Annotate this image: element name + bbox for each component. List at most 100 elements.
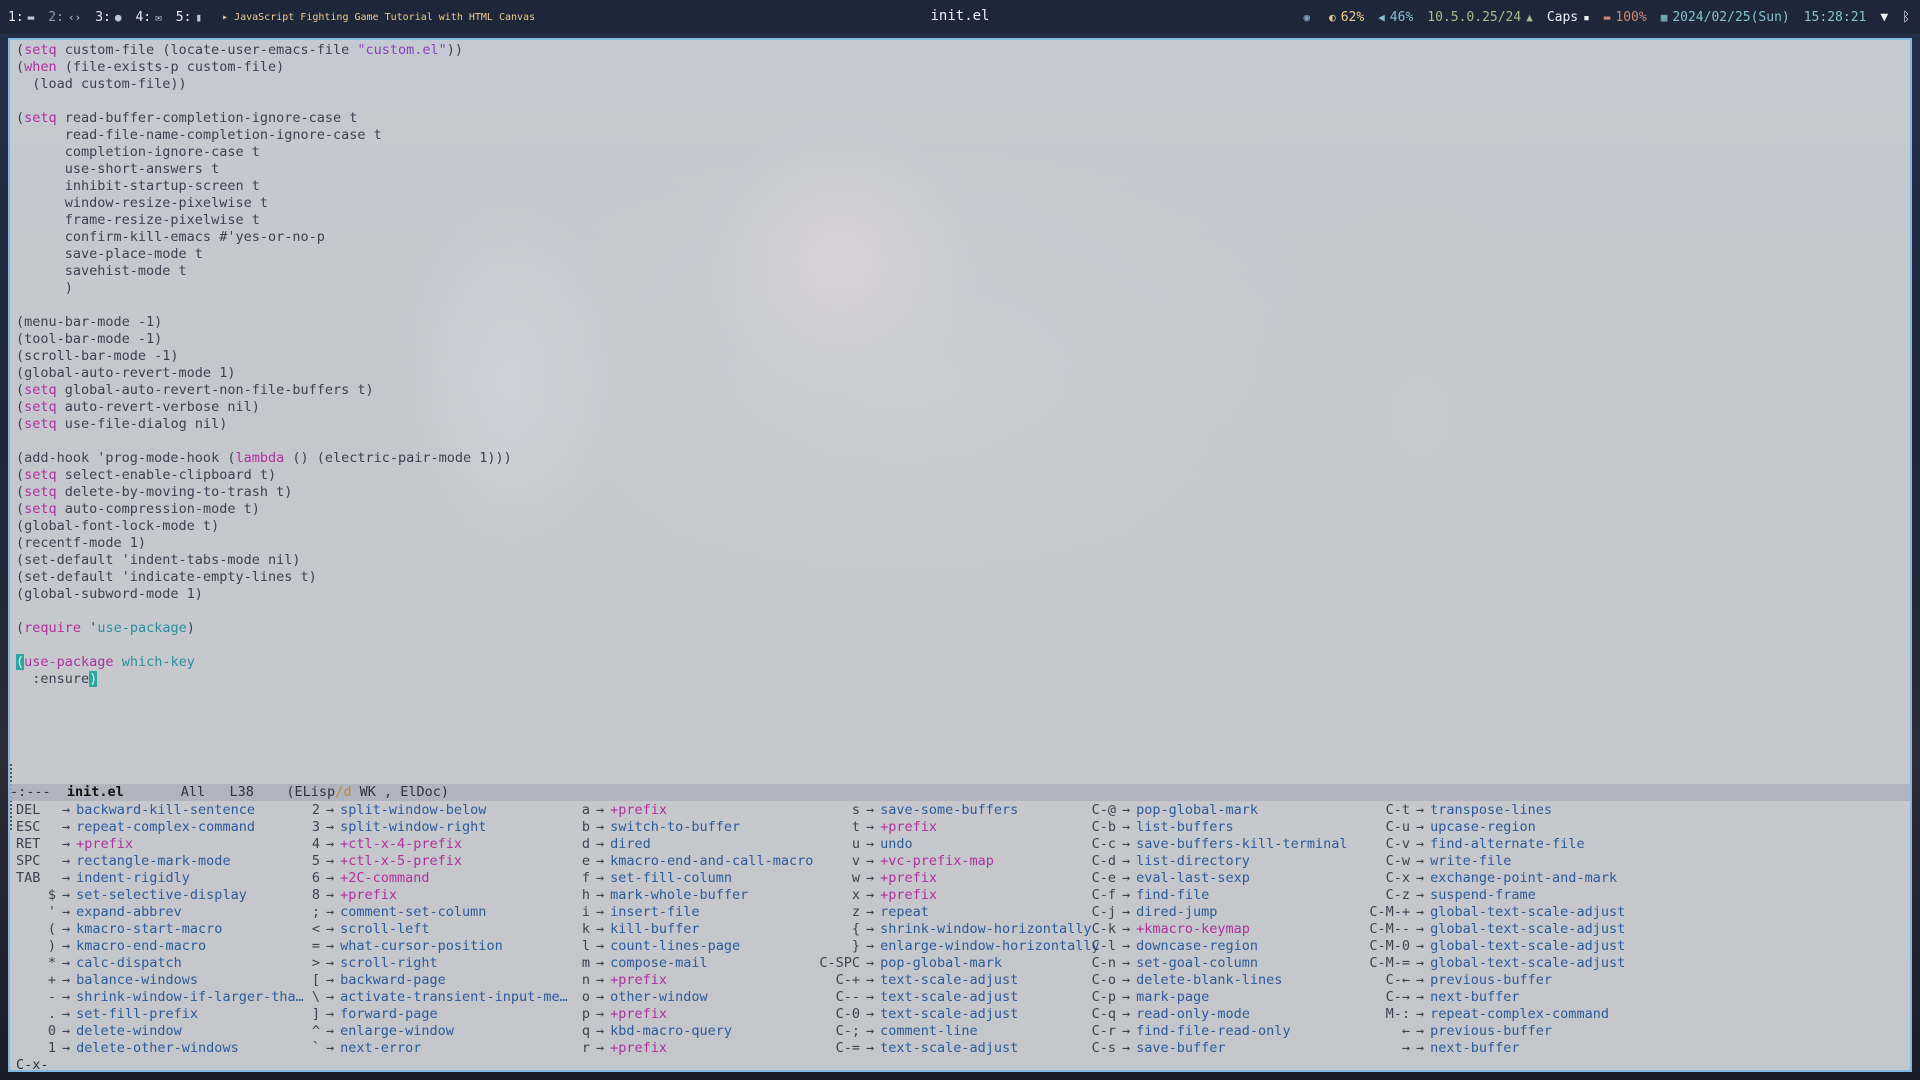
which-key-binding[interactable]: C-b → list-buffers <box>1076 819 1347 836</box>
code-line[interactable]: (global-auto-revert-mode 1) <box>16 365 1896 382</box>
which-key-binding[interactable]: - → shrink-window-if-larger-tha… <box>16 989 304 1006</box>
which-key-binding[interactable]: r → +prefix <box>576 1040 813 1057</box>
battery-indicator[interactable]: ▬ 100% <box>1604 10 1647 25</box>
workspace-4[interactable]: 4: ✉ <box>135 10 161 25</box>
which-key-binding[interactable]: + → balance-windows <box>16 972 304 989</box>
which-key-binding[interactable]: 6 → +2C-command <box>306 870 568 887</box>
code-line[interactable]: save-place-mode t <box>16 246 1896 263</box>
which-key-binding[interactable]: C-= → text-scale-adjust <box>806 1040 1100 1057</box>
which-key-binding[interactable]: ^ → enlarge-window <box>306 1023 568 1040</box>
code-line[interactable]: inhibit-startup-screen t <box>16 178 1896 195</box>
code-line[interactable]: (setq custom-file (locate-user-emacs-fil… <box>16 42 1896 59</box>
which-key-binding[interactable]: < → scroll-left <box>306 921 568 938</box>
which-key-binding[interactable]: 1 → delete-other-windows <box>16 1040 304 1057</box>
workspace-5[interactable]: 5: ▮ <box>176 10 202 25</box>
which-key-binding[interactable]: k → kill-buffer <box>576 921 813 938</box>
volume-indicator[interactable]: ◀ 46% <box>1378 10 1413 25</box>
code-line[interactable]: (use-package which-key <box>16 654 1896 671</box>
which-key-binding[interactable]: 8 → +prefix <box>306 887 568 904</box>
code-line[interactable]: (global-subword-mode 1) <box>16 586 1896 603</box>
which-key-binding[interactable]: C-M-- → global-text-scale-adjust <box>1346 921 1625 938</box>
which-key-binding[interactable]: ; → comment-set-column <box>306 904 568 921</box>
which-key-binding[interactable]: ` → next-error <box>306 1040 568 1057</box>
code-line[interactable]: (scroll-bar-mode -1) <box>16 348 1896 365</box>
which-key-binding[interactable]: → → next-buffer <box>1346 1040 1625 1057</box>
which-key-binding[interactable]: w → +prefix <box>806 870 1100 887</box>
which-key-binding[interactable]: l → count-lines-page <box>576 938 813 955</box>
which-key-binding[interactable]: b → switch-to-buffer <box>576 819 813 836</box>
which-key-binding[interactable]: {→ shrink-window-horizontally <box>806 921 1100 938</box>
which-key-binding[interactable]: C-@ → pop-global-mark <box>1076 802 1347 819</box>
code-line[interactable]: (when (file-exists-p custom-file) <box>16 59 1896 76</box>
code-line[interactable]: (setq read-buffer-completion-ignore-case… <box>16 110 1896 127</box>
which-key-binding[interactable]: C-z → suspend-frame <box>1346 887 1625 904</box>
code-line[interactable]: (setq global-auto-revert-non-file-buffer… <box>16 382 1896 399</box>
workspace-1[interactable]: 1: ▬ <box>8 10 34 25</box>
which-key-binding[interactable]: C-t → transpose-lines <box>1346 802 1625 819</box>
which-key-binding[interactable]: a → +prefix <box>576 802 813 819</box>
which-key-binding[interactable]: 2 → split-window-below <box>306 802 568 819</box>
code-line[interactable]: ) <box>16 280 1896 297</box>
media-now-playing[interactable]: ▸ JavaScript Fighting Game Tutorial with… <box>222 12 535 23</box>
which-key-binding[interactable]: i → insert-file <box>576 904 813 921</box>
which-key-binding[interactable]: z → repeat <box>806 904 1100 921</box>
which-key-binding[interactable]: C-e → eval-last-sexp <box>1076 870 1347 887</box>
code-line[interactable] <box>16 93 1896 110</box>
which-key-binding[interactable]: 4 → +ctl-x-4-prefix <box>306 836 568 853</box>
which-key-binding[interactable]: C-c → save-buffers-kill-terminal <box>1076 836 1348 853</box>
code-line[interactable]: use-short-answers t <box>16 161 1896 178</box>
which-key-binding[interactable]: x → +prefix <box>806 887 1100 904</box>
code-line[interactable] <box>16 603 1896 620</box>
code-line[interactable]: (setq use-file-dialog nil) <box>16 416 1896 433</box>
modeline-buffer-name[interactable]: init.el <box>67 784 124 800</box>
which-key-binding[interactable]: C-M-= → global-text-scale-adjust <box>1346 955 1625 972</box>
which-key-binding[interactable]: } → enlarge-window-horizontally <box>806 938 1100 955</box>
which-key-binding[interactable]: C-w → write-file <box>1346 853 1625 870</box>
which-key-binding[interactable]: C-n → set-goal-column <box>1076 955 1347 972</box>
which-key-binding[interactable]: C-SPC → pop-global-mark <box>806 955 1100 972</box>
which-key-binding[interactable]: C-- → text-scale-adjust <box>806 989 1100 1006</box>
which-key-binding[interactable]: t → +prefix <box>806 819 1100 836</box>
code-line[interactable] <box>16 433 1896 450</box>
which-key-binding[interactable]: C-+ → text-scale-adjust <box>806 972 1100 989</box>
code-line[interactable]: (add-hook 'prog-mode-hook (lambda () (el… <box>16 450 1896 467</box>
date-indicator[interactable]: ▦ 2024/02/25(Sun) <box>1661 10 1790 25</box>
which-key-binding[interactable]: > → scroll-right <box>306 955 568 972</box>
code-line[interactable]: (menu-bar-mode -1) <box>16 314 1896 331</box>
which-key-binding[interactable]: 3 → split-window-right <box>306 819 568 836</box>
which-key-binding[interactable]: SPC → rectangle-mark-mode <box>16 853 304 870</box>
which-key-binding[interactable]: ESC → repeat-complex-command <box>16 819 304 836</box>
code-line[interactable]: (tool-bar-mode -1) <box>16 331 1896 348</box>
bluetooth-icon[interactable]: ᛒ <box>1902 10 1910 25</box>
code-line[interactable]: (set-default 'indent-tabs-mode nil) <box>16 552 1896 569</box>
which-key-binding[interactable]: C-j → dired-jump <box>1076 904 1347 921</box>
which-key-binding[interactable]: C-o → delete-blank-lines <box>1076 972 1347 989</box>
which-key-binding[interactable]: ← → previous-buffer <box>1346 1023 1625 1040</box>
which-key-binding[interactable]: ] → forward-page <box>306 1006 568 1023</box>
which-key-binding[interactable]: 0 → delete-window <box>16 1023 304 1040</box>
which-key-binding[interactable]: * → calc-dispatch <box>16 955 304 972</box>
which-key-binding[interactable]: = → what-cursor-position <box>306 938 568 955</box>
which-key-binding[interactable]: DEL → backward-kill-sentence <box>16 802 304 819</box>
which-key-binding[interactable]: e → kmacro-end-and-call-macro <box>576 853 813 870</box>
workspace-3[interactable]: 3: ● <box>95 10 121 25</box>
which-key-binding[interactable]: o → other-window <box>576 989 813 1006</box>
wifi-icon[interactable]: ▼ <box>1880 10 1888 25</box>
network-indicator[interactable]: ◉ <box>1303 11 1315 24</box>
which-key-binding[interactable]: s → save-some-buffers <box>806 802 1100 819</box>
which-key-binding[interactable]: f → set-fill-column <box>576 870 813 887</box>
code-line[interactable]: :ensure) <box>16 671 1896 688</box>
which-key-binding[interactable]: C-x → exchange-point-and-mark <box>1346 870 1625 887</box>
code-line[interactable]: window-resize-pixelwise t <box>16 195 1896 212</box>
which-key-binding[interactable]: C-r → find-file-read-only <box>1076 1023 1347 1040</box>
which-key-binding[interactable]: C-p → mark-page <box>1076 989 1347 1006</box>
which-key-binding[interactable]: C-M-0 → global-text-scale-adjust <box>1346 938 1625 955</box>
which-key-binding[interactable]: (→ kmacro-start-macro <box>16 921 304 938</box>
which-key-binding[interactable]: C-u → upcase-region <box>1346 819 1625 836</box>
which-key-binding[interactable]: ) → kmacro-end-macro <box>16 938 304 955</box>
which-key-binding[interactable]: . → set-fill-prefix <box>16 1006 304 1023</box>
code-line[interactable]: frame-resize-pixelwise t <box>16 212 1896 229</box>
which-key-binding[interactable]: ' → expand-abbrev <box>16 904 304 921</box>
which-key-binding[interactable]: q → kbd-macro-query <box>576 1023 813 1040</box>
which-key-binding[interactable]: C-M-+ → global-text-scale-adjust <box>1346 904 1625 921</box>
